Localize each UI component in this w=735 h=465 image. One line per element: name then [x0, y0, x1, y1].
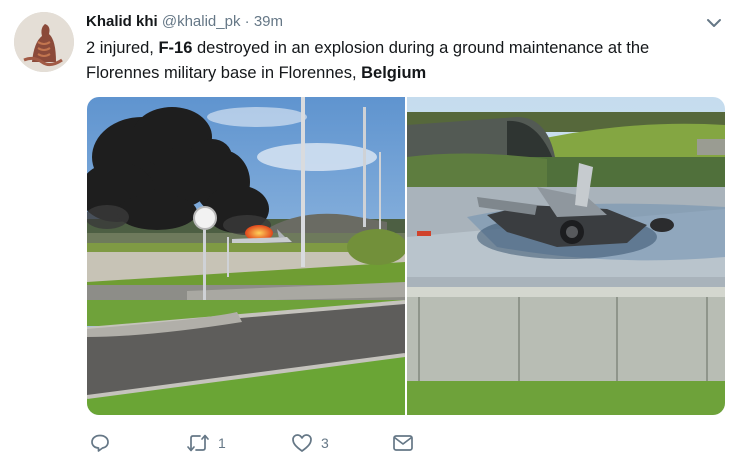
author-handle[interactable]: @khalid_pk [162, 13, 241, 30]
avatar[interactable] [14, 12, 74, 72]
retweet-count: 1 [218, 435, 226, 451]
retweet-icon [187, 434, 209, 452]
tweet-timestamp[interactable]: 39m [254, 13, 283, 30]
separator-dot: · [244, 13, 250, 30]
tweet-actions: 1 3 [86, 430, 486, 456]
envelope-icon [393, 435, 413, 451]
reply-icon [91, 434, 109, 452]
tweet-text: 2 injured, F-16 destroyed in an explosio… [86, 36, 716, 86]
tweet-text-part: 2 injured, [86, 39, 159, 57]
retweet-button[interactable]: 1 [186, 430, 226, 456]
avatar-image [14, 12, 74, 72]
author-name[interactable]: Khalid khi [86, 13, 158, 30]
tweet-text-bold: F-16 [158, 39, 193, 57]
photo-aircraft-wreckage[interactable] [407, 97, 725, 415]
more-options-button[interactable] [704, 14, 724, 32]
chevron-down-icon [707, 19, 721, 27]
tweet-text-bold: Belgium [361, 64, 427, 82]
heart-icon [292, 434, 312, 452]
tweet-header: Khalid khi @khalid_pk · 39m [86, 12, 283, 32]
photo-explosion-smoke[interactable] [87, 97, 405, 415]
tweet-media [87, 97, 725, 415]
direct-message-button[interactable] [392, 430, 414, 456]
like-button[interactable]: 3 [291, 430, 329, 456]
like-count: 3 [321, 435, 329, 451]
reply-button[interactable] [90, 430, 118, 456]
